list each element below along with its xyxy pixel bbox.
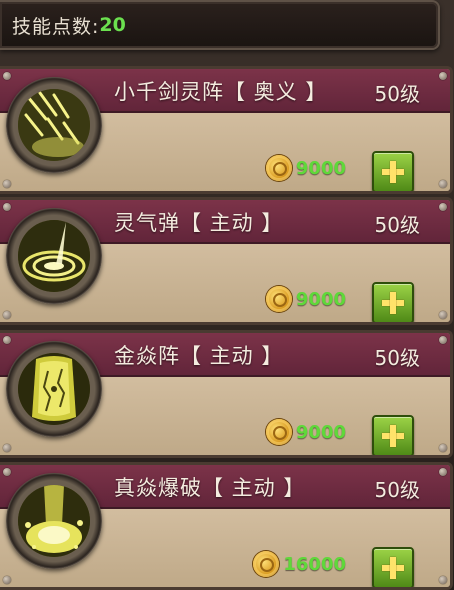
sword-rain-icon xyxy=(18,89,90,161)
rivet-icon xyxy=(3,203,11,211)
skill-points-value: 20 xyxy=(99,14,126,36)
rivet-icon xyxy=(3,336,11,344)
skill-icon-frame[interactable] xyxy=(6,208,102,304)
upgrade-skill-button[interactable] xyxy=(372,415,414,455)
rivet-icon xyxy=(439,468,447,476)
gold-coin-icon xyxy=(265,155,292,181)
upgrade-skill-button[interactable] xyxy=(372,547,414,587)
skill-card: 小千剑灵阵【 奥义 】 50级 9000 xyxy=(0,66,453,194)
skill-name: 真焱爆破【 主动 】 xyxy=(114,476,306,500)
skill-name: 小千剑灵阵【 奥义 】 xyxy=(114,80,328,104)
rivet-icon xyxy=(439,336,447,344)
upgrade-skill-button[interactable] xyxy=(372,282,414,322)
gold-coin-icon xyxy=(265,419,292,445)
gold-coin-icon xyxy=(253,551,280,577)
rivet-icon xyxy=(439,203,447,211)
skill-icon-frame[interactable] xyxy=(6,473,102,569)
rivet-icon xyxy=(439,72,447,80)
cost-value: 16000 xyxy=(283,553,346,575)
skill-name: 灵气弹【 主动 】 xyxy=(114,211,284,235)
skill-points-bar: 技能点数: 20 xyxy=(0,0,440,50)
golden-flame-pillar-icon xyxy=(18,353,90,425)
rivet-icon xyxy=(439,180,447,188)
cost-value: 9000 xyxy=(295,288,346,310)
skill-icon-frame[interactable] xyxy=(6,77,102,173)
skill-cost: 16000 xyxy=(253,551,346,577)
skill-level: 50级 xyxy=(374,213,420,237)
rivet-icon xyxy=(3,180,11,188)
cost-value: 9000 xyxy=(295,157,346,179)
rivet-icon xyxy=(3,72,11,80)
skill-icon-frame[interactable] xyxy=(6,341,102,437)
skill-level: 50级 xyxy=(374,478,420,502)
flame-blast-icon xyxy=(18,485,90,557)
skill-points-label: 技能点数: xyxy=(12,15,100,38)
skill-cost: 9000 xyxy=(265,155,346,181)
spirit-orb-icon xyxy=(18,220,90,292)
skill-panel: 技能点数: 20 小千剑灵阵【 奥义 】 50级 9000 灵气弹【 主动 】 … xyxy=(0,0,454,590)
rivet-icon xyxy=(439,444,447,452)
rivet-icon xyxy=(3,311,11,319)
skill-name: 金焱阵【 主动 】 xyxy=(114,344,284,368)
skill-cost: 9000 xyxy=(265,286,346,312)
skill-level: 50级 xyxy=(374,346,420,370)
gold-coin-icon xyxy=(265,286,292,312)
rivet-icon xyxy=(439,311,447,319)
skill-level: 50级 xyxy=(374,82,420,106)
skill-card: 真焱爆破【 主动 】 50级 16000 xyxy=(0,462,453,590)
rivet-icon xyxy=(3,576,11,584)
skill-card: 灵气弹【 主动 】 50级 9000 xyxy=(0,197,453,325)
cost-value: 9000 xyxy=(295,421,346,443)
upgrade-skill-button[interactable] xyxy=(372,151,414,191)
skill-card: 金焱阵【 主动 】 50级 9000 xyxy=(0,330,453,458)
skill-cost: 9000 xyxy=(265,419,346,445)
rivet-icon xyxy=(439,576,447,584)
rivet-icon xyxy=(3,468,11,476)
rivet-icon xyxy=(3,444,11,452)
